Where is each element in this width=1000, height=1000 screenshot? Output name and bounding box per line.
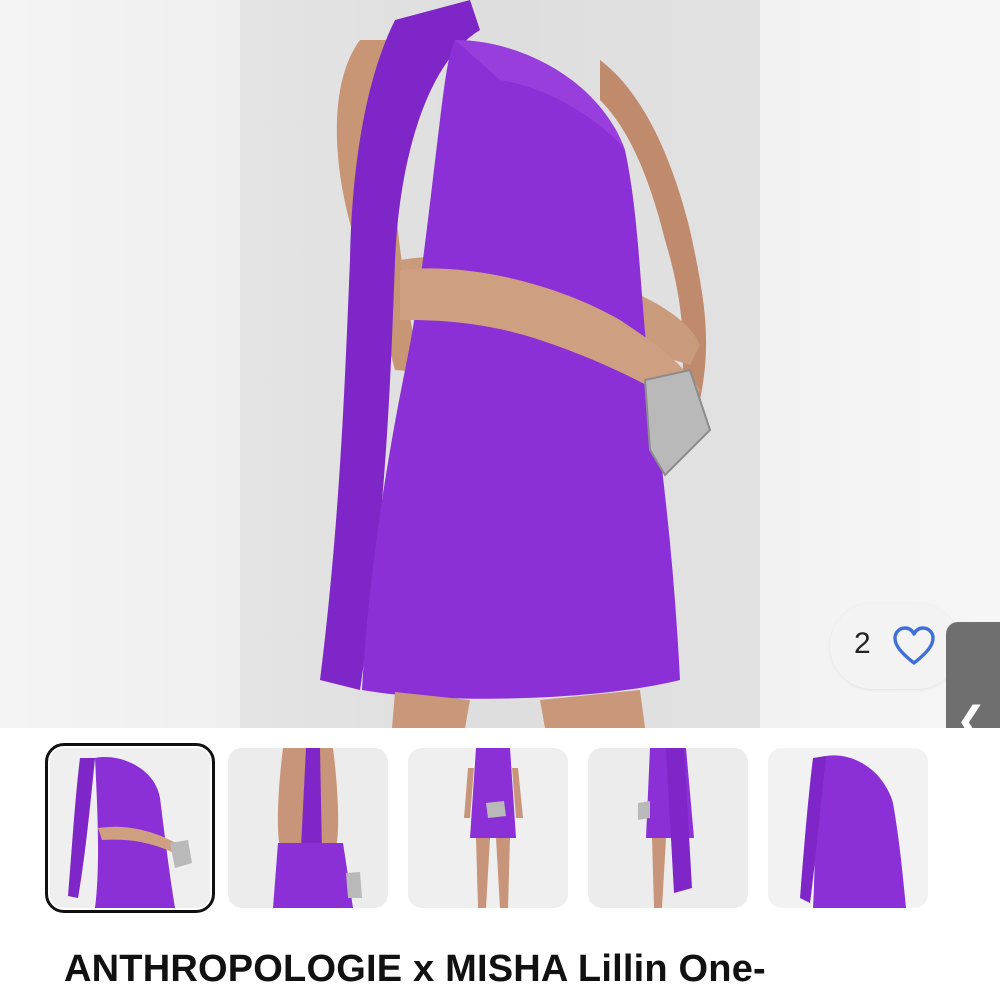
thumbnail-1[interactable] [45, 743, 215, 913]
like-button[interactable]: 2 [830, 603, 960, 689]
thumbnail-image [50, 748, 210, 908]
thumbnail-4[interactable] [588, 748, 748, 908]
thumbnail-strip [30, 728, 1000, 920]
thumbnail-5[interactable] [768, 748, 928, 908]
like-count: 2 [854, 627, 871, 660]
thumbnail-2[interactable] [228, 748, 388, 908]
thumbnail-image [588, 748, 748, 908]
thumbnail-image [768, 748, 928, 908]
main-product-image[interactable]: 2 [0, 0, 1000, 728]
heart-outline-icon [892, 625, 936, 667]
thumbnail-image [228, 748, 388, 908]
thumbnail-3[interactable] [408, 748, 568, 908]
product-title: ANTHROPOLOGIE x MISHA Lillin One- [64, 948, 766, 990]
thumbnail-image [408, 748, 568, 908]
